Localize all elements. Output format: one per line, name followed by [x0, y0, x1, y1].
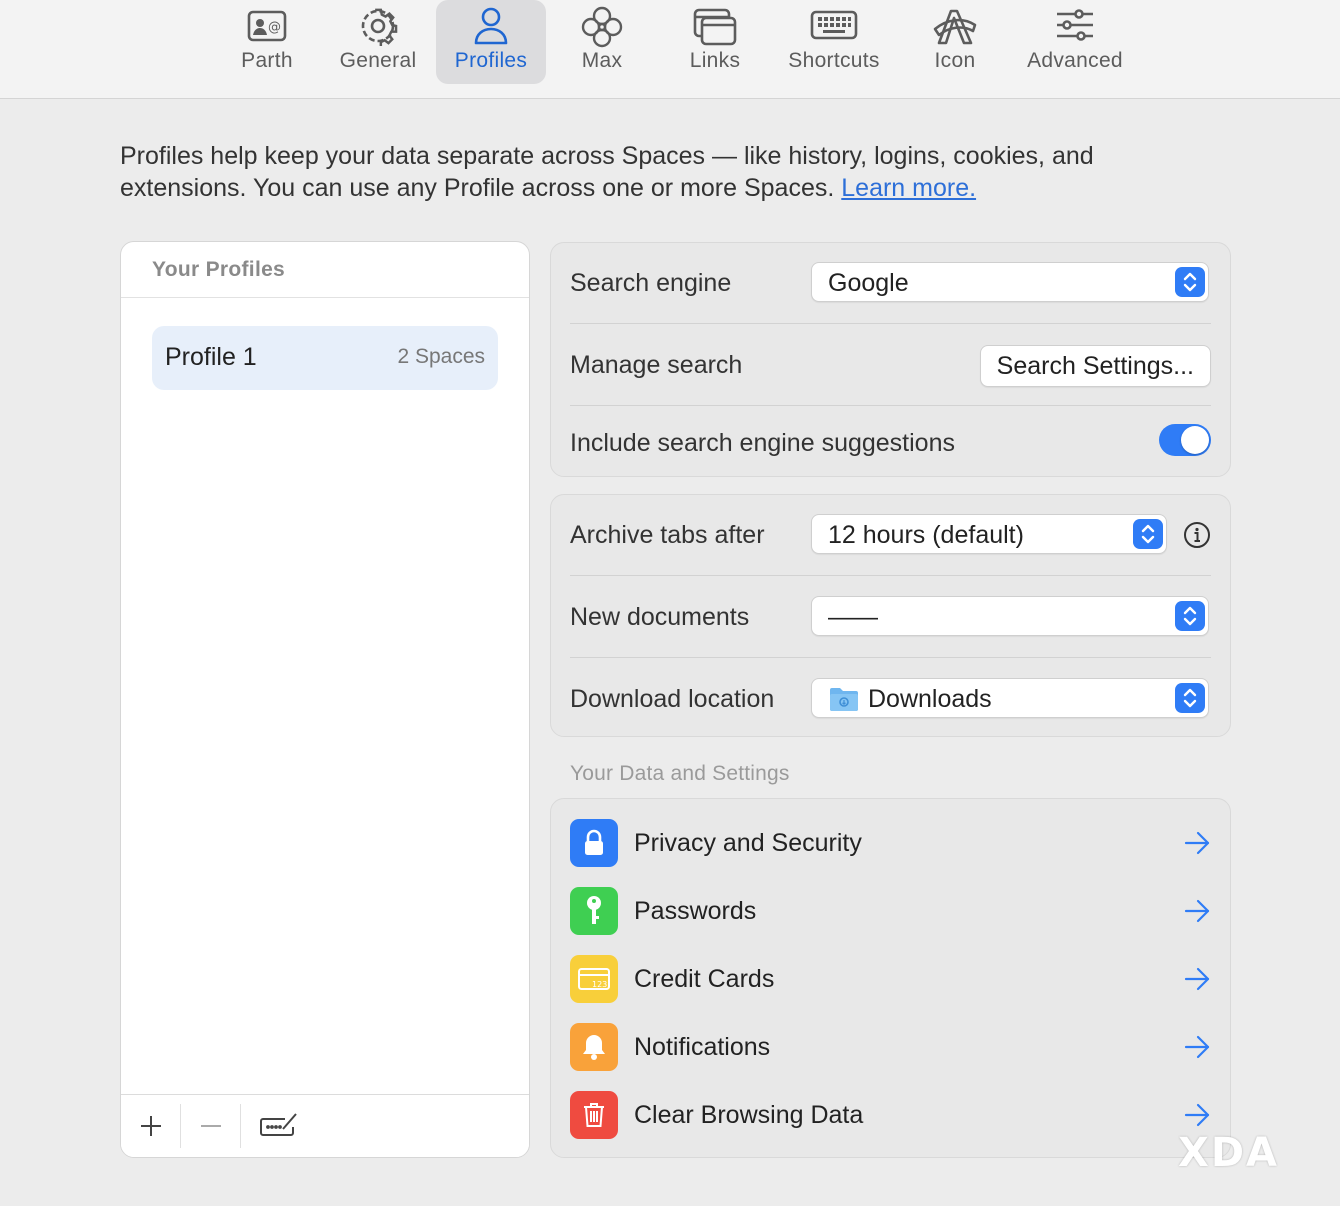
- new-documents-label: New documents: [570, 603, 750, 631]
- profiles-list-panel: Your Profiles Profile 1 2 Spaces: [120, 241, 530, 1158]
- manage-search-row: Manage search Search Settings...: [570, 325, 1211, 405]
- plus-icon: [141, 1116, 161, 1136]
- tab-label: Advanced: [1027, 49, 1123, 72]
- tab-links[interactable]: Links: [660, 0, 770, 84]
- list-item[interactable]: Profile 1 2 Spaces: [152, 326, 498, 390]
- new-documents-value: ——: [828, 603, 878, 631]
- divider: [240, 1104, 241, 1148]
- tab-label: Parth: [241, 49, 293, 72]
- contact-card-icon: @: [212, 5, 322, 47]
- profiles-description: Profiles help keep your data separate ac…: [120, 140, 1220, 204]
- search-engine-value: Google: [828, 269, 909, 297]
- toggle-knob: [1181, 426, 1209, 454]
- download-location-label: Download location: [570, 685, 775, 713]
- search-engine-select[interactable]: Google: [811, 262, 1209, 302]
- tab-label: Max: [581, 49, 623, 72]
- tab-label: General: [339, 49, 417, 72]
- archive-tabs-select[interactable]: 12 hours (default): [811, 514, 1167, 554]
- flower-icon: [547, 5, 657, 48]
- keyboard-icon: [779, 5, 889, 47]
- chevron-updown-icon: [1175, 683, 1205, 713]
- chevron-updown-icon: [1175, 267, 1205, 297]
- credit-cards-item[interactable]: 123 Credit Cards: [570, 946, 1211, 1014]
- item-label: Notifications: [634, 1033, 771, 1061]
- gear-icon: [323, 5, 433, 47]
- key-icon: [570, 887, 618, 935]
- windows-icon: [660, 5, 770, 47]
- info-icon[interactable]: [1183, 521, 1211, 554]
- tab-label: Shortcuts: [788, 49, 880, 72]
- clear-browsing-data-item[interactable]: Clear Browsing Data: [570, 1082, 1211, 1150]
- tab-label: Icon: [934, 49, 976, 72]
- learn-more-link[interactable]: Learn more.: [841, 174, 976, 202]
- data-settings-title: Your Data and Settings: [570, 762, 790, 785]
- item-label: Clear Browsing Data: [634, 1101, 864, 1129]
- bell-icon: [570, 1023, 618, 1071]
- trash-icon: [570, 1091, 618, 1139]
- tab-advanced[interactable]: Advanced: [1015, 0, 1135, 84]
- arrow-right-icon: [1184, 899, 1210, 923]
- tab-general[interactable]: General: [323, 0, 433, 84]
- archive-tabs-label: Archive tabs after: [570, 521, 765, 549]
- suggestions-toggle[interactable]: [1159, 424, 1211, 456]
- arrow-right-icon: [1184, 967, 1210, 991]
- divider: [570, 657, 1211, 658]
- notifications-item[interactable]: Notifications: [570, 1014, 1211, 1082]
- divider: [570, 323, 1211, 324]
- new-documents-row: New documents ——: [570, 577, 1211, 657]
- folder-icon: [828, 685, 860, 725]
- manage-search-label: Manage search: [570, 351, 743, 379]
- data-settings-card: Privacy and Security Passwords 123 Credi…: [550, 798, 1231, 1158]
- tab-parth[interactable]: @ Parth: [212, 0, 322, 84]
- profiles-list-header: Your Profiles: [121, 242, 529, 298]
- arrow-right-icon: [1184, 831, 1210, 855]
- add-profile-button[interactable]: [121, 1095, 181, 1157]
- preferences-toolbar: @ Parth General Profiles Max Links Short…: [0, 0, 1340, 99]
- tabs-files-card: Archive tabs after 12 hours (default) Ne…: [550, 494, 1231, 737]
- archive-tabs-value: 12 hours (default): [828, 521, 1024, 549]
- download-location-row: Download location Downloads: [570, 659, 1211, 739]
- tab-label: Links: [689, 49, 741, 72]
- profile-space-count: 2 Spaces: [397, 345, 485, 368]
- chevron-updown-icon: [1133, 519, 1163, 549]
- search-engine-label: Search engine: [570, 269, 732, 297]
- remove-profile-button[interactable]: [181, 1095, 241, 1157]
- suggestions-row: Include search engine suggestions: [570, 403, 1211, 483]
- person-icon: [436, 5, 546, 47]
- svg-text:@: @: [268, 20, 281, 35]
- tab-profiles[interactable]: Profiles: [436, 0, 546, 84]
- sliders-icon: [1015, 5, 1135, 47]
- item-label: Credit Cards: [634, 965, 775, 993]
- minus-icon: [201, 1125, 221, 1127]
- profiles-list-footer: [121, 1094, 529, 1157]
- profile-name: Profile 1: [165, 343, 257, 371]
- arrow-right-icon: [1184, 1035, 1210, 1059]
- passwords-item[interactable]: Passwords: [570, 878, 1211, 946]
- new-documents-select[interactable]: ——: [811, 596, 1209, 636]
- tab-label: Profiles: [454, 49, 528, 72]
- item-label: Passwords: [634, 897, 757, 925]
- xda-watermark-logo: XDA: [1178, 1130, 1279, 1176]
- arrow-right-icon: [1184, 1103, 1210, 1127]
- search-settings-card: Search engine Google Manage search Searc…: [550, 242, 1231, 477]
- edit-profile-button[interactable]: [249, 1095, 309, 1157]
- tab-shortcuts[interactable]: Shortcuts: [779, 0, 889, 84]
- credit-card-icon: 123: [570, 955, 618, 1003]
- privacy-security-item[interactable]: Privacy and Security: [570, 810, 1211, 878]
- svg-text:123: 123: [592, 980, 607, 989]
- item-label: Privacy and Security: [634, 829, 862, 857]
- search-engine-row: Search engine Google: [570, 243, 1211, 323]
- chevron-updown-icon: [1175, 601, 1205, 631]
- download-location-value: Downloads: [868, 685, 992, 713]
- search-settings-button[interactable]: Search Settings...: [979, 345, 1211, 387]
- rename-icon: [260, 1113, 297, 1136]
- download-location-select[interactable]: Downloads: [811, 678, 1209, 718]
- tab-max[interactable]: Max: [547, 0, 657, 84]
- archive-tabs-row: Archive tabs after 12 hours (default): [570, 495, 1211, 575]
- tab-icon[interactable]: Icon: [900, 0, 1010, 84]
- lock-icon: [570, 819, 618, 867]
- suggestions-label: Include search engine suggestions: [570, 429, 955, 457]
- divider: [570, 575, 1211, 576]
- arc-logo-icon: [900, 5, 1010, 47]
